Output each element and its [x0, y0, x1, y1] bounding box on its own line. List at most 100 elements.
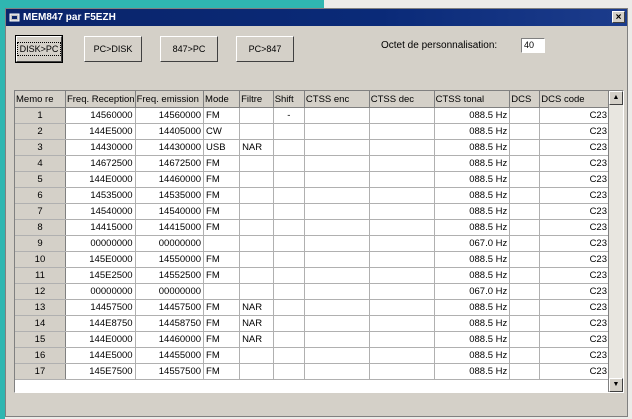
table-cell[interactable]	[509, 219, 541, 236]
row-header-cell[interactable]: 7	[15, 203, 66, 220]
table-cell[interactable]	[239, 251, 274, 268]
table-cell[interactable]	[509, 251, 541, 268]
table-cell[interactable]	[509, 315, 541, 332]
table-cell[interactable]: FM	[203, 219, 241, 236]
table-cell[interactable]: 088.5 Hz	[434, 363, 511, 380]
table-cell[interactable]: 088.5 Hz	[434, 123, 511, 140]
table-cell[interactable]: 088.5 Hz	[434, 251, 511, 268]
column-header[interactable]: Shift	[273, 91, 305, 108]
table-cell[interactable]: NAR	[239, 331, 274, 348]
table-cell[interactable]: 088.5 Hz	[434, 155, 511, 172]
table-cell[interactable]	[369, 347, 435, 364]
vertical-scrollbar[interactable]: ▲ ▼	[608, 91, 623, 392]
table-cell[interactable]	[304, 267, 370, 284]
table-cell[interactable]	[509, 155, 541, 172]
row-header-cell[interactable]: 3	[15, 139, 66, 156]
table-cell[interactable]	[509, 267, 541, 284]
table-row[interactable]: 11 145E2500 14552500 FM 088.5 Hz C23	[15, 267, 610, 284]
table-cell[interactable]: 14460000	[135, 171, 205, 188]
table-cell[interactable]	[239, 203, 274, 220]
row-header-cell[interactable]: 13	[15, 299, 66, 316]
table-cell[interactable]: 00000000	[65, 235, 136, 252]
table-cell[interactable]: 14415000	[135, 219, 205, 236]
table-cell[interactable]: C23	[539, 251, 610, 268]
table-cell[interactable]: FM	[203, 251, 241, 268]
table-cell[interactable]: 14535000	[135, 187, 205, 204]
row-header-cell[interactable]: 6	[15, 187, 66, 204]
table-cell[interactable]: C23	[539, 187, 610, 204]
table-cell[interactable]	[239, 267, 274, 284]
table-cell[interactable]	[273, 139, 305, 156]
table-cell[interactable]: 088.5 Hz	[434, 267, 511, 284]
table-cell[interactable]	[273, 267, 305, 284]
table-cell[interactable]	[304, 187, 370, 204]
column-header[interactable]: CTSS enc	[304, 91, 370, 108]
table-row[interactable]: 6 14535000 14535000 FM 088.5 Hz C23	[15, 187, 610, 204]
row-header-cell[interactable]: 2	[15, 123, 66, 140]
scroll-up-button[interactable]: ▲	[609, 91, 623, 105]
table-cell[interactable]: 088.5 Hz	[434, 331, 511, 348]
table-cell[interactable]: NAR	[239, 139, 274, 156]
table-cell[interactable]: 067.0 Hz	[434, 235, 511, 252]
table-cell[interactable]	[203, 283, 241, 300]
table-cell[interactable]: 14457500	[65, 299, 136, 316]
octet-input[interactable]: 40	[521, 38, 545, 53]
table-cell[interactable]	[273, 299, 305, 316]
table-cell[interactable]: FM	[203, 363, 241, 380]
scroll-down-button[interactable]: ▼	[609, 378, 623, 392]
table-cell[interactable]	[239, 235, 274, 252]
table-cell[interactable]	[304, 219, 370, 236]
table-cell[interactable]: C23	[539, 203, 610, 220]
column-header[interactable]: Freq. emission	[135, 91, 205, 108]
table-cell[interactable]: C23	[539, 283, 610, 300]
table-cell[interactable]	[369, 139, 435, 156]
table-cell[interactable]: 14405000	[135, 123, 205, 140]
table-cell[interactable]: FM	[203, 107, 241, 124]
table-cell[interactable]: NAR	[239, 299, 274, 316]
table-cell[interactable]: 088.5 Hz	[434, 219, 511, 236]
table-cell[interactable]: 14672500	[65, 155, 136, 172]
table-cell[interactable]	[239, 171, 274, 188]
table-row[interactable]: 16 144E5000 14455000 FM 088.5 Hz C23	[15, 347, 610, 364]
table-cell[interactable]: FM	[203, 315, 241, 332]
column-header[interactable]: CTSS dec	[369, 91, 435, 108]
table-cell[interactable]: 067.0 Hz	[434, 283, 511, 300]
table-cell[interactable]: C23	[539, 139, 610, 156]
table-cell[interactable]: FM	[203, 299, 241, 316]
table-cell[interactable]	[369, 363, 435, 380]
table-cell[interactable]: FM	[203, 203, 241, 220]
close-button[interactable]: ×	[612, 11, 625, 23]
table-cell[interactable]	[509, 139, 541, 156]
column-header[interactable]: Memo re	[15, 91, 66, 108]
table-cell[interactable]: C23	[539, 107, 610, 124]
row-header-cell[interactable]: 12	[15, 283, 66, 300]
table-cell[interactable]	[273, 155, 305, 172]
table-cell[interactable]	[304, 251, 370, 268]
table-cell[interactable]: 088.5 Hz	[434, 187, 511, 204]
column-header[interactable]: Mode	[203, 91, 241, 108]
table-cell[interactable]	[304, 363, 370, 380]
table-cell[interactable]: 144E0000	[65, 171, 136, 188]
table-row[interactable]: 9 00000000 00000000 067.0 Hz C23	[15, 235, 610, 252]
table-cell[interactable]	[509, 171, 541, 188]
table-cell[interactable]: C23	[539, 171, 610, 188]
table-cell[interactable]: 14430000	[65, 139, 136, 156]
table-cell[interactable]: 00000000	[135, 235, 205, 252]
table-cell[interactable]	[273, 203, 305, 220]
table-cell[interactable]: FM	[203, 155, 241, 172]
table-cell[interactable]	[369, 171, 435, 188]
title-bar[interactable]: MEM847 par F5EZH ×	[6, 9, 627, 26]
table-cell[interactable]	[273, 347, 305, 364]
memory-grid[interactable]: Memo re Freq. Reception Freq. emission Mode…	[14, 90, 624, 393]
table-cell[interactable]	[509, 363, 541, 380]
table-cell[interactable]	[369, 155, 435, 172]
table-cell[interactable]: 144E5000	[65, 347, 136, 364]
table-cell[interactable]	[239, 363, 274, 380]
table-cell[interactable]: 14540000	[65, 203, 136, 220]
table-cell[interactable]: C23	[539, 363, 610, 380]
pc-to-disk-button[interactable]: PC>DISK	[84, 36, 142, 62]
table-cell[interactable]: FM	[203, 347, 241, 364]
row-header-cell[interactable]: 14	[15, 315, 66, 332]
table-cell[interactable]: C23	[539, 331, 610, 348]
table-cell[interactable]	[304, 171, 370, 188]
